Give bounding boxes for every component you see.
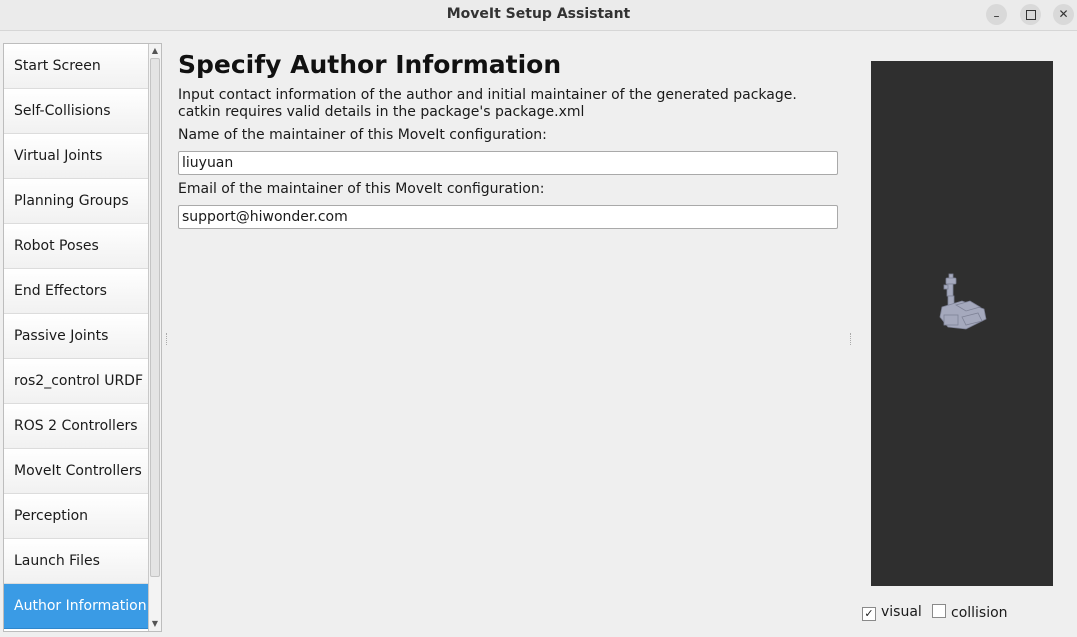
close-icon: ✕ [1058,7,1069,21]
collision-label: collision [951,605,1008,621]
sidebar-item-passive-joints[interactable]: Passive Joints [4,314,149,359]
maintainer-email-label: Email of the maintainer of this MoveIt c… [178,181,545,197]
sidebar-item-planning-groups[interactable]: Planning Groups [4,179,149,224]
sidebar-item-ros2-control-urdf[interactable]: ros2_control URDF M [4,359,149,404]
collision-check-icon [932,604,946,618]
maximize-icon [1025,10,1036,20]
sidebar-item-ros2-controllers[interactable]: ROS 2 Controllers [4,404,149,449]
sidebar-item-moveit-controllers[interactable]: MoveIt Controllers [4,449,149,494]
window-title: MoveIt Setup Assistant [446,6,631,22]
sidebar-item-virtual-joints[interactable]: Virtual Joints [4,134,149,179]
robot-model-icon [939,273,987,330]
maintainer-email-input[interactable] [178,205,838,229]
sidebar-item-perception[interactable]: Perception [4,494,149,539]
sidebar: Start Screen Self-Collisions Virtual Joi… [3,43,162,632]
sidebar-nav: Start Screen Self-Collisions Virtual Joi… [4,44,149,629]
visual-checkbox[interactable]: ✓ visual [862,604,922,621]
sidebar-item-end-effectors[interactable]: End Effectors [4,269,149,314]
left-splitter-handle[interactable] [166,333,169,345]
minimize-button[interactable]: – [986,4,1007,25]
scrollbar-thumb[interactable] [150,58,160,577]
sidebar-item-self-collisions[interactable]: Self-Collisions [4,89,149,134]
sidebar-item-author-information[interactable]: Author Information [4,584,149,629]
maintainer-name-label: Name of the maintainer of this MoveIt co… [178,127,547,143]
close-button[interactable]: ✕ [1053,4,1074,25]
scroll-up-icon[interactable]: ▲ [149,45,161,57]
robot-3d-viewer[interactable] [871,61,1053,586]
sidebar-item-launch-files[interactable]: Launch Files [4,539,149,584]
page-title: Specify Author Information [178,50,562,79]
page-description: Input contact information of the author … [178,87,797,120]
scroll-down-icon[interactable]: ▼ [149,618,161,630]
right-splitter-handle[interactable] [850,333,853,345]
sidebar-scrollbar[interactable]: ▲ ▼ [148,44,161,631]
visual-label: visual [881,604,922,620]
sidebar-item-robot-poses[interactable]: Robot Poses [4,224,149,269]
maintainer-name-input[interactable] [178,151,838,175]
sidebar-item-start-screen[interactable]: Start Screen [4,44,149,89]
collision-checkbox[interactable]: collision [932,604,1008,621]
title-bar: MoveIt Setup Assistant – ✕ [0,0,1077,31]
visual-check-icon: ✓ [862,607,876,621]
minimize-icon: – [993,9,1000,23]
maximize-button[interactable] [1020,4,1041,25]
